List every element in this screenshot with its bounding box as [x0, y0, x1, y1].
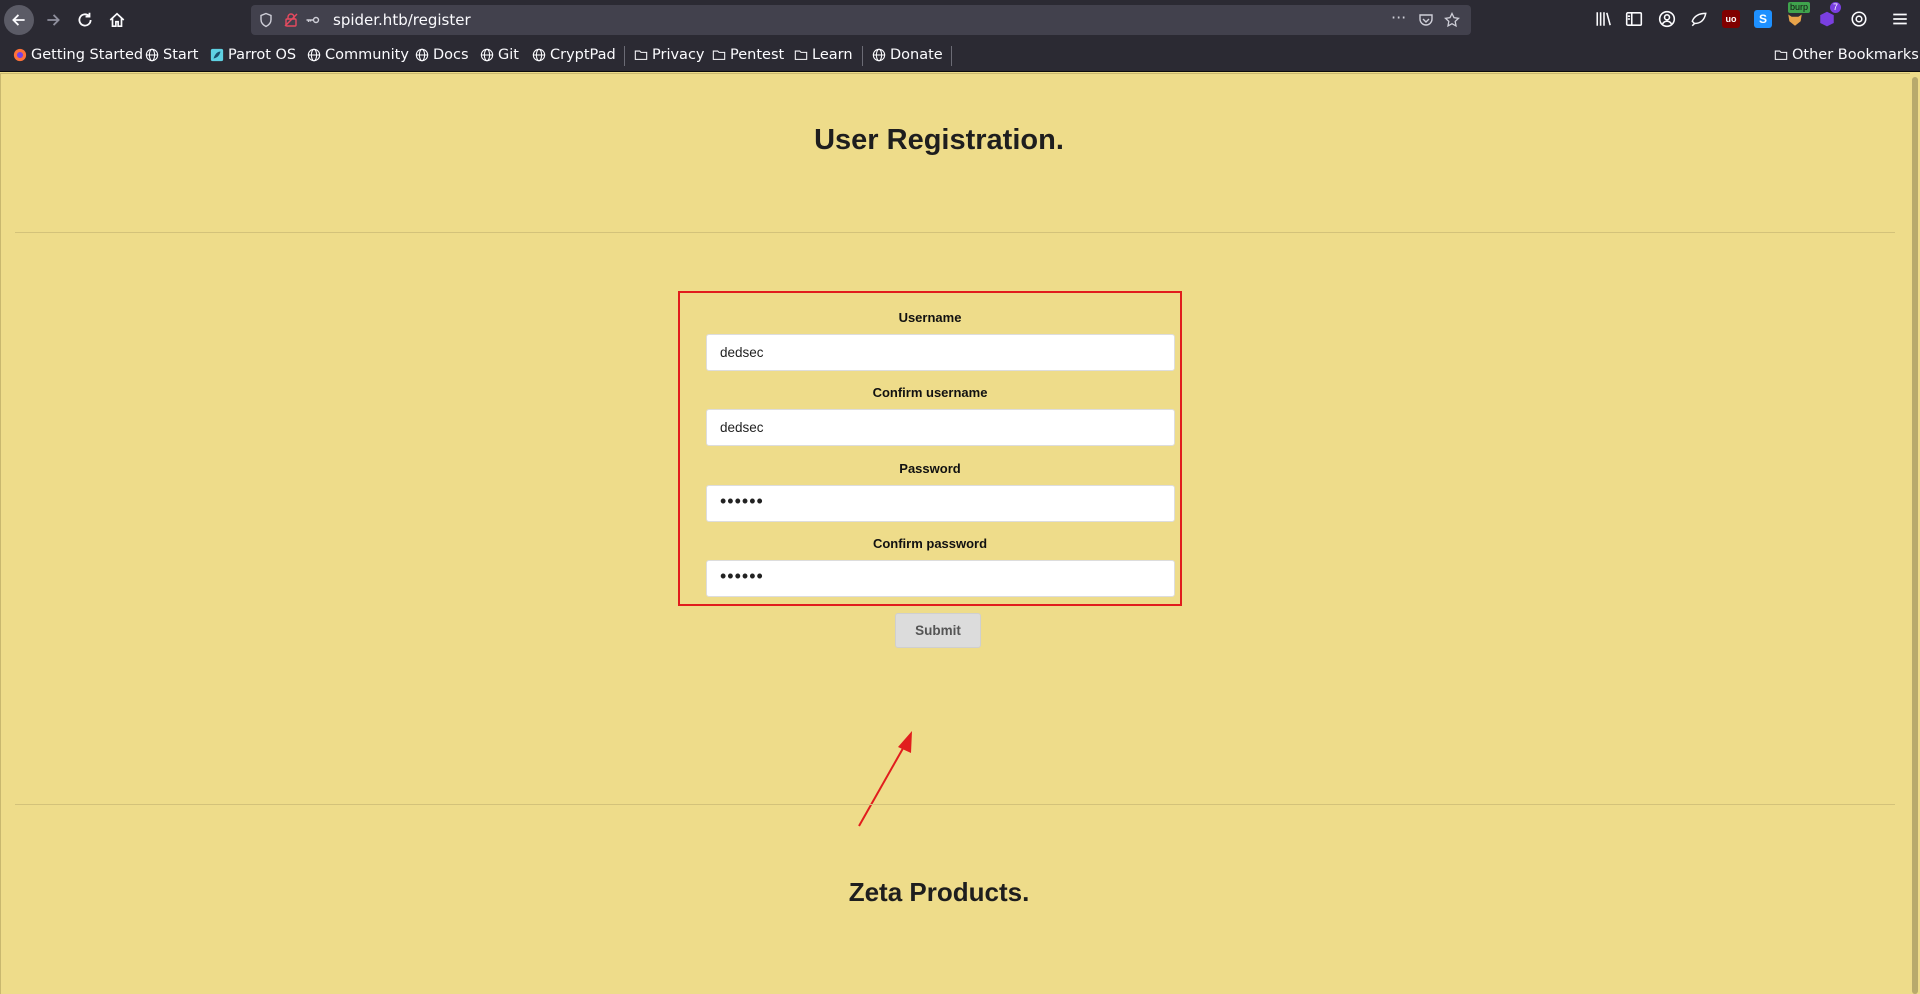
bookmark-label: Docs	[433, 47, 469, 63]
bookmark-donate[interactable]: Donate	[871, 47, 943, 63]
bookmark-folder-learn[interactable]: Learn	[793, 47, 853, 63]
other-bookmarks[interactable]: Other Bookmarks	[1773, 47, 1919, 63]
bookmark-parrot-os[interactable]: Parrot OS	[209, 47, 296, 63]
bookmark-label: Learn	[812, 47, 853, 63]
submit-button[interactable]: Submit	[895, 613, 981, 648]
bookmark-label: Getting Started	[31, 47, 144, 63]
library-icon[interactable]	[1595, 10, 1613, 28]
browser-toolbar: spider.htb/register ··· uo S burp 7	[0, 0, 1920, 40]
password-input[interactable]: ••••••	[706, 485, 1175, 522]
hamburger-menu-icon[interactable]	[1891, 10, 1909, 28]
reload-icon	[78, 12, 92, 27]
insecure-lock-icon[interactable]	[283, 12, 299, 28]
home-button[interactable]	[102, 5, 132, 35]
globe-icon	[414, 48, 429, 63]
confirm-password-label: Confirm password	[872, 536, 988, 551]
bookmark-docs[interactable]: Docs	[414, 47, 469, 63]
confirm-username-label: Confirm username	[872, 385, 988, 400]
s-extension-icon[interactable]: S	[1754, 10, 1772, 28]
scrollbar[interactable]	[1910, 73, 1920, 994]
folder-icon	[793, 48, 808, 63]
bookmark-separator	[951, 46, 952, 66]
pocket-icon[interactable]	[1418, 12, 1434, 28]
globe-icon	[306, 48, 321, 63]
bookmark-start[interactable]: Start	[144, 47, 198, 63]
parrot-icon	[209, 48, 224, 63]
folder-icon	[633, 48, 648, 63]
bookmark-cryptpad[interactable]: CryptPad	[531, 47, 616, 63]
burp-icon[interactable]: burp	[1786, 2, 1811, 28]
bookmark-label: Privacy	[652, 47, 705, 63]
section-title: Zeta Products.	[848, 877, 1030, 907]
bookmark-community[interactable]: Community	[306, 47, 409, 63]
foxyproxy-icon[interactable]	[1690, 10, 1708, 28]
url-bar[interactable]: spider.htb/register ···	[251, 5, 1471, 35]
firefox-icon	[12, 48, 27, 63]
folder-icon	[1773, 48, 1788, 63]
bookmark-label: Community	[325, 47, 409, 63]
globe-icon	[531, 48, 546, 63]
divider	[15, 232, 1895, 233]
bookmark-getting-started[interactable]: Getting Started	[12, 47, 143, 63]
extension-count-badge: 7	[1830, 2, 1842, 13]
bookmark-separator	[862, 46, 863, 66]
bookmark-star-icon[interactable]	[1444, 12, 1460, 28]
ublock-icon[interactable]: uo	[1722, 10, 1740, 28]
username-label: Username	[898, 310, 962, 325]
page-content: User Registration. Username dedsec Confi…	[0, 73, 1910, 994]
divider	[15, 804, 1895, 805]
account-icon[interactable]	[1658, 10, 1676, 28]
bookmark-label: Pentest	[730, 47, 785, 63]
forward-button[interactable]	[38, 5, 68, 35]
key-icon[interactable]	[305, 12, 321, 28]
other-bookmarks-label: Other Bookmarks	[1792, 47, 1919, 63]
globe-icon	[479, 48, 494, 63]
username-input[interactable]: dedsec	[706, 334, 1175, 371]
extension-count-icon[interactable]: 7	[1818, 2, 1842, 28]
bookmark-label: Donate	[890, 47, 943, 63]
annotation-arrow	[858, 731, 912, 827]
sidebar-icon[interactable]	[1625, 10, 1643, 28]
arrow-right-icon	[47, 14, 60, 26]
shield-icon[interactable]	[258, 12, 274, 28]
bookmark-label: Start	[163, 47, 199, 63]
burp-badge: burp	[1788, 2, 1811, 13]
bookmark-label: Git	[498, 47, 519, 63]
more-actions-icon[interactable]: ···	[1391, 8, 1407, 27]
globe-icon	[144, 48, 159, 63]
bookmarks-bar: Getting Started Start Parrot OS Communit…	[0, 40, 1920, 72]
bookmark-separator	[624, 46, 625, 66]
arrow-left-icon	[12, 14, 25, 26]
settings-cog-icon[interactable]	[1850, 10, 1868, 28]
confirm-username-input[interactable]: dedsec	[706, 409, 1175, 446]
globe-icon	[871, 48, 886, 63]
bookmark-label: CryptPad	[550, 47, 616, 63]
registration-form: Username dedsec Confirm username dedsec …	[678, 291, 1182, 606]
bookmark-folder-privacy[interactable]: Privacy	[633, 47, 705, 63]
home-icon	[109, 12, 125, 28]
confirm-password-input[interactable]: ••••••	[706, 560, 1175, 597]
folder-icon	[711, 48, 726, 63]
bookmark-folder-pentest[interactable]: Pentest	[711, 47, 784, 63]
reload-button[interactable]	[70, 5, 100, 35]
url-text[interactable]: spider.htb/register	[333, 11, 471, 29]
bookmark-git[interactable]: Git	[479, 47, 519, 63]
page-title: User Registration.	[814, 124, 1064, 156]
bookmark-label: Parrot OS	[228, 47, 297, 63]
password-label: Password	[899, 461, 961, 476]
scroll-thumb[interactable]	[1912, 77, 1918, 994]
back-button[interactable]	[4, 5, 34, 35]
